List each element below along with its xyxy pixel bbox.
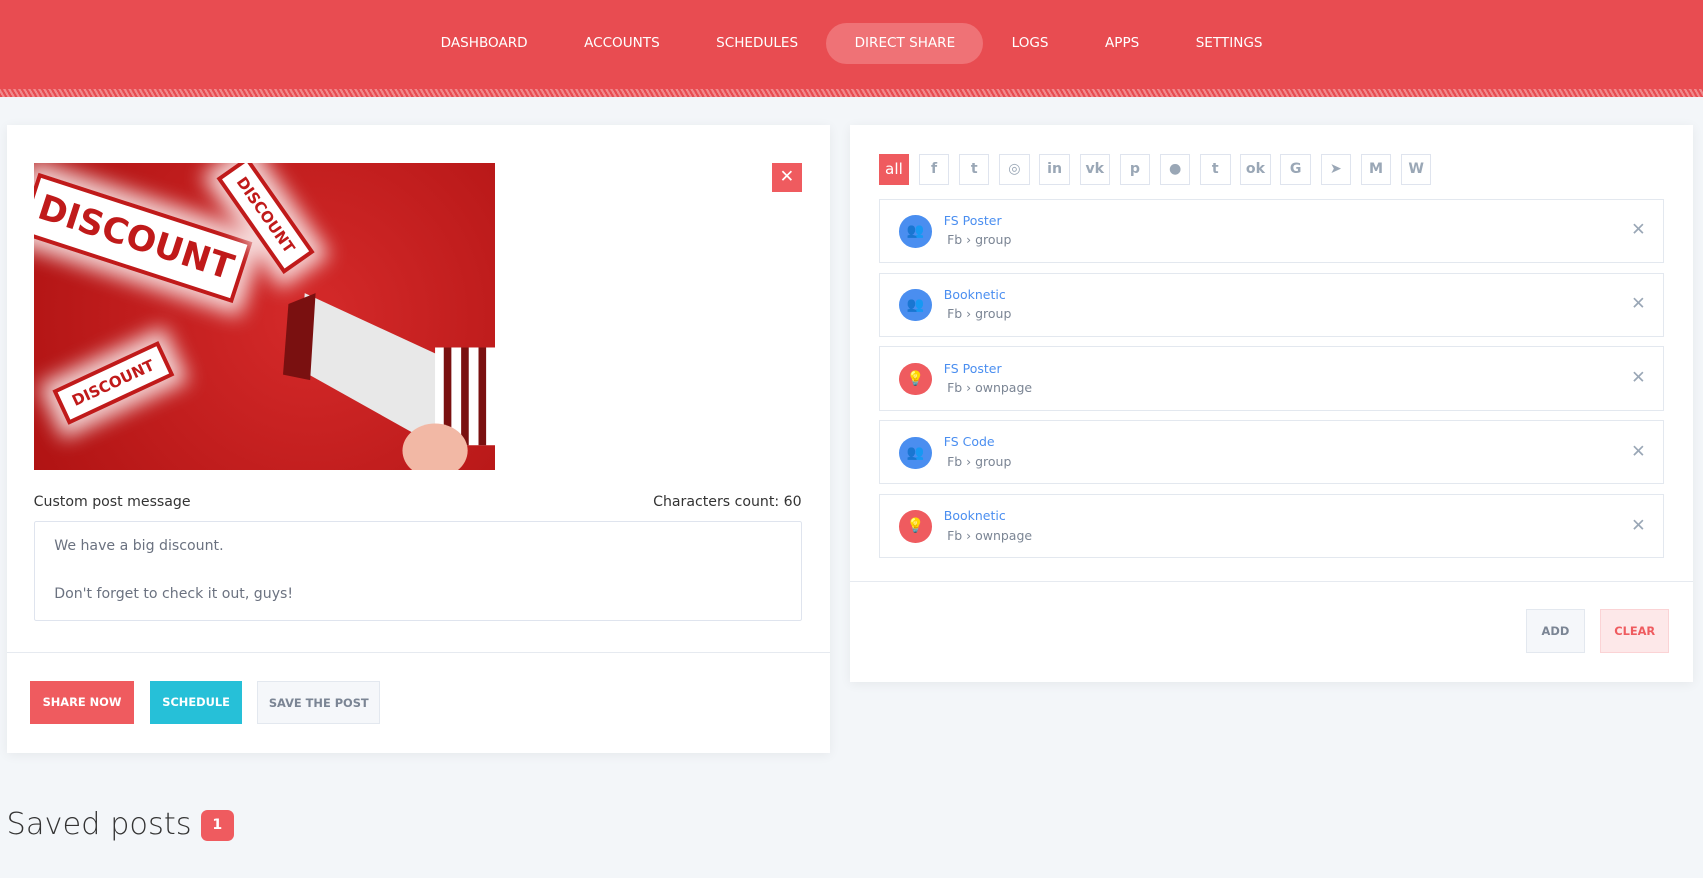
saved-posts-title: Saved posts xyxy=(6,807,192,843)
account-type: Fb › ownpage xyxy=(947,380,1032,395)
message-label: Custom post message xyxy=(33,494,191,511)
account-type: Fb › group xyxy=(947,454,1011,469)
filter-all[interactable]: all xyxy=(878,154,910,185)
account-subtype: ownpage xyxy=(975,380,1033,396)
chevron-right-icon: › xyxy=(966,527,972,543)
account-name[interactable]: FS Code xyxy=(944,434,995,449)
telegram-icon[interactable]: ➤ xyxy=(1320,154,1352,185)
schedule-button[interactable]: SCHEDULE xyxy=(149,681,243,725)
medium-icon[interactable]: M xyxy=(1360,154,1392,185)
save-post-button[interactable]: SAVE THE POST xyxy=(257,681,381,725)
account-name[interactable]: Booknetic xyxy=(944,287,1006,302)
post-image: DISCOUNT DISCOUNT DISCOUNT xyxy=(33,162,496,471)
account-name[interactable]: Booknetic xyxy=(944,508,1006,523)
nav-dashboard[interactable]: DASHBOARD xyxy=(412,23,555,64)
page-icon: 💡 xyxy=(899,362,932,396)
linkedin-icon[interactable]: in xyxy=(1039,154,1070,185)
twitter-icon[interactable]: t xyxy=(959,154,990,185)
group-icon: 👥 xyxy=(899,214,932,248)
nav-schedules[interactable]: SCHEDULES xyxy=(688,23,826,64)
account-network: Fb xyxy=(947,232,963,248)
wordpress-icon[interactable]: W xyxy=(1400,154,1432,185)
account-type: Fb › group xyxy=(947,232,1011,247)
remove-account-button[interactable]: ✕ xyxy=(1631,442,1646,462)
chevron-right-icon: › xyxy=(966,232,972,248)
group-icon: 👥 xyxy=(899,288,932,322)
divider xyxy=(850,581,1694,583)
account-item: 💡 FS Poster Fb › ownpage ✕ xyxy=(878,346,1665,411)
account-subtype: ownpage xyxy=(975,527,1033,543)
account-network: Fb xyxy=(947,453,963,469)
post-editor-card: DISCOUNT DISCOUNT DISCOUNT ✕ Custom post… xyxy=(6,124,830,753)
accounts-card: all f t ◎ in vk p ● t ok G ➤ M W 👥 FS Po… xyxy=(850,124,1694,683)
remove-account-button[interactable]: ✕ xyxy=(1631,220,1646,240)
top-navbar: DASHBOARD ACCOUNTS SCHEDULES DIRECT SHAR… xyxy=(0,0,1703,97)
account-network: Fb xyxy=(947,527,963,543)
account-item: 👥 FS Code Fb › group ✕ xyxy=(878,420,1665,485)
network-filters: all f t ◎ in vk p ● t ok G ➤ M W xyxy=(878,154,1432,185)
divider xyxy=(6,651,830,653)
share-now-button[interactable]: SHARE NOW xyxy=(30,681,134,725)
account-network: Fb xyxy=(947,306,963,322)
nav-apps[interactable]: APPS xyxy=(1077,23,1168,64)
nav-direct-share[interactable]: DIRECT SHARE xyxy=(826,22,984,65)
chevron-right-icon: › xyxy=(966,306,972,322)
nav-settings[interactable]: SETTINGS xyxy=(1167,23,1290,64)
discount-stamp: DISCOUNT xyxy=(52,341,175,426)
chevron-right-icon: › xyxy=(966,453,972,469)
account-item: 💡 Booknetic Fb › ownpage ✕ xyxy=(878,494,1665,559)
google-icon[interactable]: G xyxy=(1280,154,1311,185)
account-item: 👥 FS Poster Fb › group ✕ xyxy=(878,198,1665,263)
facebook-icon[interactable]: f xyxy=(918,154,950,185)
account-subtype: group xyxy=(975,306,1012,322)
instagram-icon[interactable]: ◎ xyxy=(999,154,1030,185)
account-network: Fb xyxy=(947,380,963,396)
account-type: Fb › group xyxy=(947,306,1011,321)
remove-account-button[interactable]: ✕ xyxy=(1631,368,1646,388)
reddit-icon[interactable]: ● xyxy=(1159,154,1191,185)
remove-account-button[interactable]: ✕ xyxy=(1631,294,1646,314)
account-name[interactable]: FS Poster xyxy=(944,361,1002,376)
remove-image-button[interactable]: ✕ xyxy=(772,162,802,193)
characters-count: Characters count: 60 xyxy=(653,494,802,511)
account-item: 👥 Booknetic Fb › group ✕ xyxy=(878,272,1665,337)
post-message-input[interactable]: We have a big discount. Don't forget to … xyxy=(33,521,802,622)
group-icon: 👥 xyxy=(899,436,932,470)
account-name[interactable]: FS Poster xyxy=(944,213,1002,228)
add-account-button[interactable]: ADD xyxy=(1526,609,1585,653)
clear-accounts-button[interactable]: CLEAR xyxy=(1599,609,1670,653)
page-icon: 💡 xyxy=(899,510,932,543)
account-type: Fb › ownpage xyxy=(947,528,1032,543)
nav-logs[interactable]: LOGS xyxy=(983,23,1076,64)
nav-accounts[interactable]: ACCOUNTS xyxy=(556,23,688,64)
discount-stamp: DISCOUNT xyxy=(33,173,253,305)
megaphone-icon xyxy=(283,293,496,471)
remove-account-button[interactable]: ✕ xyxy=(1631,516,1646,536)
account-subtype: group xyxy=(975,232,1012,248)
account-subtype: group xyxy=(975,453,1012,469)
saved-posts-count: 1 xyxy=(200,810,234,841)
vk-icon[interactable]: vk xyxy=(1079,154,1110,185)
pinterest-icon[interactable]: p xyxy=(1119,154,1151,185)
odnoklassniki-icon[interactable]: ok xyxy=(1240,154,1271,185)
tumblr-icon[interactable]: t xyxy=(1200,154,1231,185)
main-nav: DASHBOARD ACCOUNTS SCHEDULES DIRECT SHAR… xyxy=(0,22,1703,65)
chevron-right-icon: › xyxy=(966,380,972,396)
